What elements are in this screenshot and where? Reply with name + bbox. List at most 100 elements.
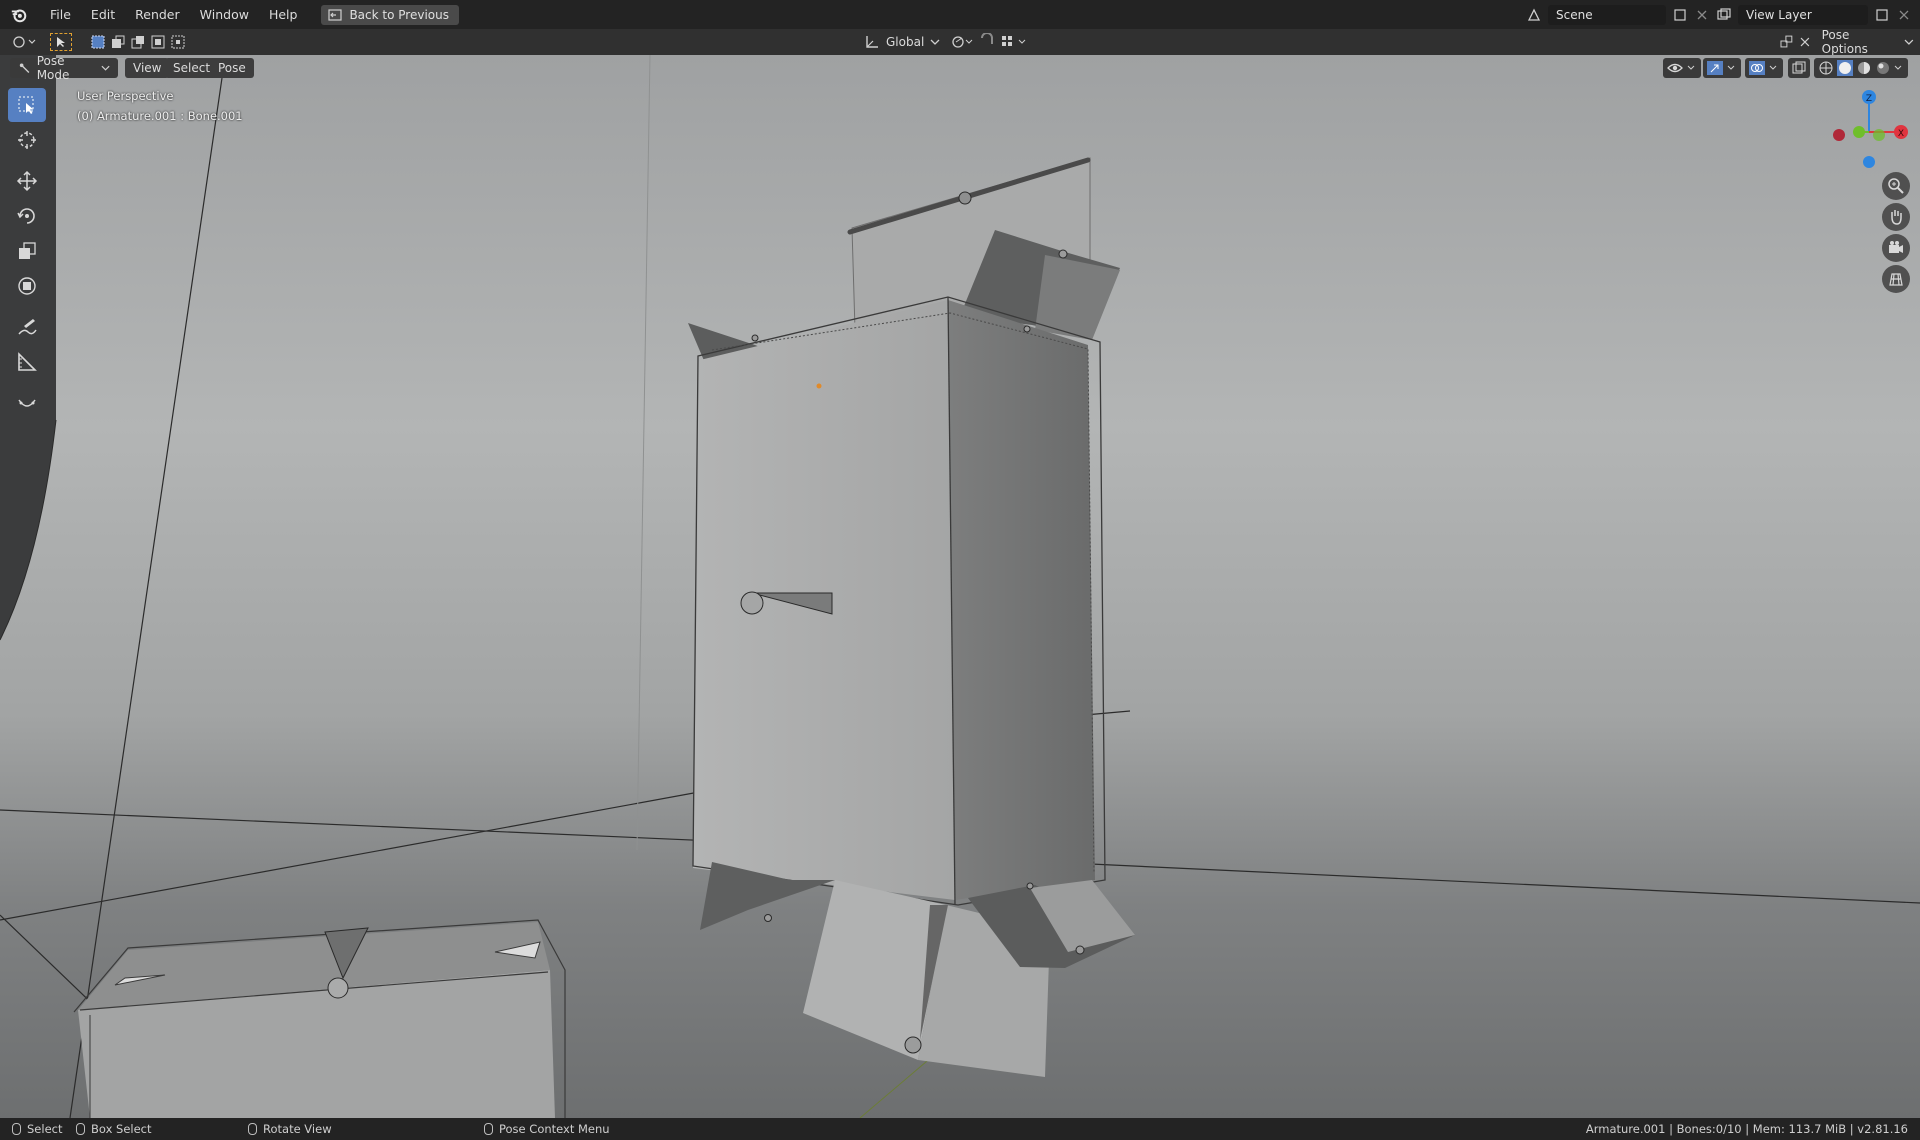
material-shading-icon[interactable] — [1856, 60, 1872, 76]
solid-shading-icon[interactable] — [1837, 60, 1853, 76]
pose-menu-button[interactable]: Pose — [210, 58, 254, 78]
tool-annotate[interactable] — [8, 310, 46, 344]
pan-icon — [1891, 210, 1902, 225]
move-icon — [16, 170, 38, 192]
tool-measure[interactable] — [8, 345, 46, 379]
select-set-icon[interactable] — [90, 34, 106, 50]
view-menu-button[interactable]: View — [125, 58, 170, 78]
scale-icon — [19, 242, 36, 259]
tool-shelf — [8, 88, 50, 421]
chevron-down-icon — [1687, 65, 1695, 70]
visibility-dropdown[interactable] — [1663, 58, 1701, 78]
selection-mode-group — [90, 34, 186, 50]
status-select-label: Select — [27, 1122, 63, 1136]
camera-view-button[interactable] — [1882, 234, 1910, 262]
annotate-icon — [18, 319, 37, 335]
zoom-button[interactable] — [1882, 172, 1910, 200]
back-icon — [328, 8, 343, 21]
overlays-dropdown[interactable] — [1745, 58, 1783, 78]
close-view-layer-icon[interactable] — [1896, 7, 1912, 23]
measure-icon — [18, 352, 37, 371]
select-invert-icon[interactable] — [150, 34, 166, 50]
viewport-object-info: (0) Armature.001 : Bone.001 — [77, 109, 243, 123]
new-view-layer-icon[interactable] — [1874, 7, 1890, 23]
mode-label: Pose Mode — [36, 54, 70, 82]
tool-move[interactable] — [8, 164, 46, 198]
transform-orientation-label: Global — [886, 35, 925, 49]
close-scene-icon[interactable] — [1694, 7, 1710, 23]
transform-orientation-dropdown[interactable]: Global — [864, 33, 940, 51]
mouse-left-icon — [12, 1123, 21, 1135]
xray-toggle[interactable] — [1788, 58, 1810, 78]
rotate-icon — [17, 208, 35, 224]
wireframe-shading-icon[interactable] — [1818, 60, 1834, 76]
rendered-shading-icon[interactable] — [1875, 60, 1891, 76]
status-rotate-view-label: Rotate View — [263, 1122, 332, 1136]
xray-icon — [1792, 61, 1806, 74]
cursor-icon — [18, 131, 36, 149]
chevron-down-icon[interactable] — [1894, 65, 1902, 71]
pose-options-label: Pose Options — [1821, 28, 1868, 56]
new-scene-icon[interactable] — [1672, 7, 1688, 23]
tool-transform[interactable] — [8, 269, 46, 303]
axis-gizmo[interactable]: Z X — [1826, 85, 1908, 170]
mode-dropdown[interactable]: Pose Mode — [10, 54, 118, 82]
status-rotate-view: Rotate View — [248, 1122, 332, 1136]
select-extend-icon[interactable] — [110, 34, 126, 50]
view-layer-icon[interactable] — [1716, 7, 1732, 23]
transform-icon — [18, 277, 36, 295]
menu-window[interactable]: Window — [190, 0, 259, 29]
scene-field[interactable]: Scene — [1548, 4, 1666, 25]
pivot-point-icon[interactable] — [950, 33, 974, 51]
tool-rotate[interactable] — [8, 199, 46, 233]
top-menu-bar: File Edit Render Window Help Back to Pre… — [0, 0, 1920, 29]
split-area-icon[interactable] — [1780, 35, 1794, 49]
status-stats: Armature.001 | Bones:0/10 | Mem: 113.7 M… — [1585, 1122, 1908, 1136]
viewport-scene[interactable] — [0, 55, 1920, 1118]
tool-scale[interactable] — [8, 234, 46, 268]
active-tool-button[interactable] — [50, 33, 72, 51]
mouse-right-icon — [484, 1123, 493, 1135]
mouse-middle-icon — [248, 1123, 257, 1135]
gizmo-icon — [1707, 61, 1723, 75]
scene-controls: Scene View Layer — [1526, 0, 1920, 29]
editor-type-icon — [13, 36, 36, 48]
menu-help[interactable]: Help — [259, 0, 308, 29]
chevron-down-icon — [1904, 39, 1914, 45]
close-area-icon[interactable] — [1800, 37, 1810, 47]
pose-menu-label: Pose — [218, 61, 246, 75]
blender-logo-icon[interactable] — [10, 6, 28, 24]
chevron-down-icon — [930, 39, 940, 45]
status-context-menu: Pose Context Menu — [484, 1122, 610, 1136]
select-box-icon — [18, 96, 34, 114]
snap-magnet-icon[interactable] — [978, 33, 996, 51]
chevron-down-icon — [1769, 65, 1777, 70]
viewport-perspective-label: User Perspective — [77, 89, 174, 103]
chevron-down-icon — [1727, 65, 1735, 70]
tool-select-box[interactable] — [8, 88, 46, 122]
back-to-previous-button[interactable]: Back to Previous — [321, 4, 459, 25]
pan-button[interactable] — [1882, 203, 1910, 231]
select-intersect-icon[interactable] — [170, 34, 186, 50]
menu-file[interactable]: File — [40, 0, 81, 29]
scene-icon[interactable] — [1526, 7, 1542, 23]
3d-viewport[interactable]: User Perspective (0) Armature.001 : Bone… — [0, 55, 1920, 1118]
select-subtract-icon[interactable] — [130, 34, 146, 50]
tool-cursor[interactable] — [8, 123, 46, 157]
status-bar: Select Box Select Rotate View Pose Conte… — [0, 1118, 1920, 1140]
status-box-select-label: Box Select — [91, 1122, 152, 1136]
view-layer-field[interactable]: View Layer — [1738, 4, 1868, 25]
gizmo-dropdown[interactable] — [1703, 58, 1741, 78]
mouse-drag-icon — [76, 1123, 85, 1135]
viewport-header: Pose Mode View Select Pose — [0, 54, 1920, 82]
snap-target-icon[interactable] — [1000, 33, 1030, 51]
tool-relax[interactable] — [8, 386, 46, 420]
pivot-snap-group — [950, 33, 1030, 51]
menu-edit[interactable]: Edit — [81, 0, 125, 29]
ortho-toggle-button[interactable] — [1882, 265, 1910, 293]
overlays-icon — [1749, 61, 1765, 75]
pose-options-dropdown[interactable]: Pose Options — [1816, 28, 1920, 56]
menu-render[interactable]: Render — [125, 0, 190, 29]
zoom-icon — [1888, 178, 1904, 194]
editor-type-button[interactable] — [10, 33, 38, 51]
